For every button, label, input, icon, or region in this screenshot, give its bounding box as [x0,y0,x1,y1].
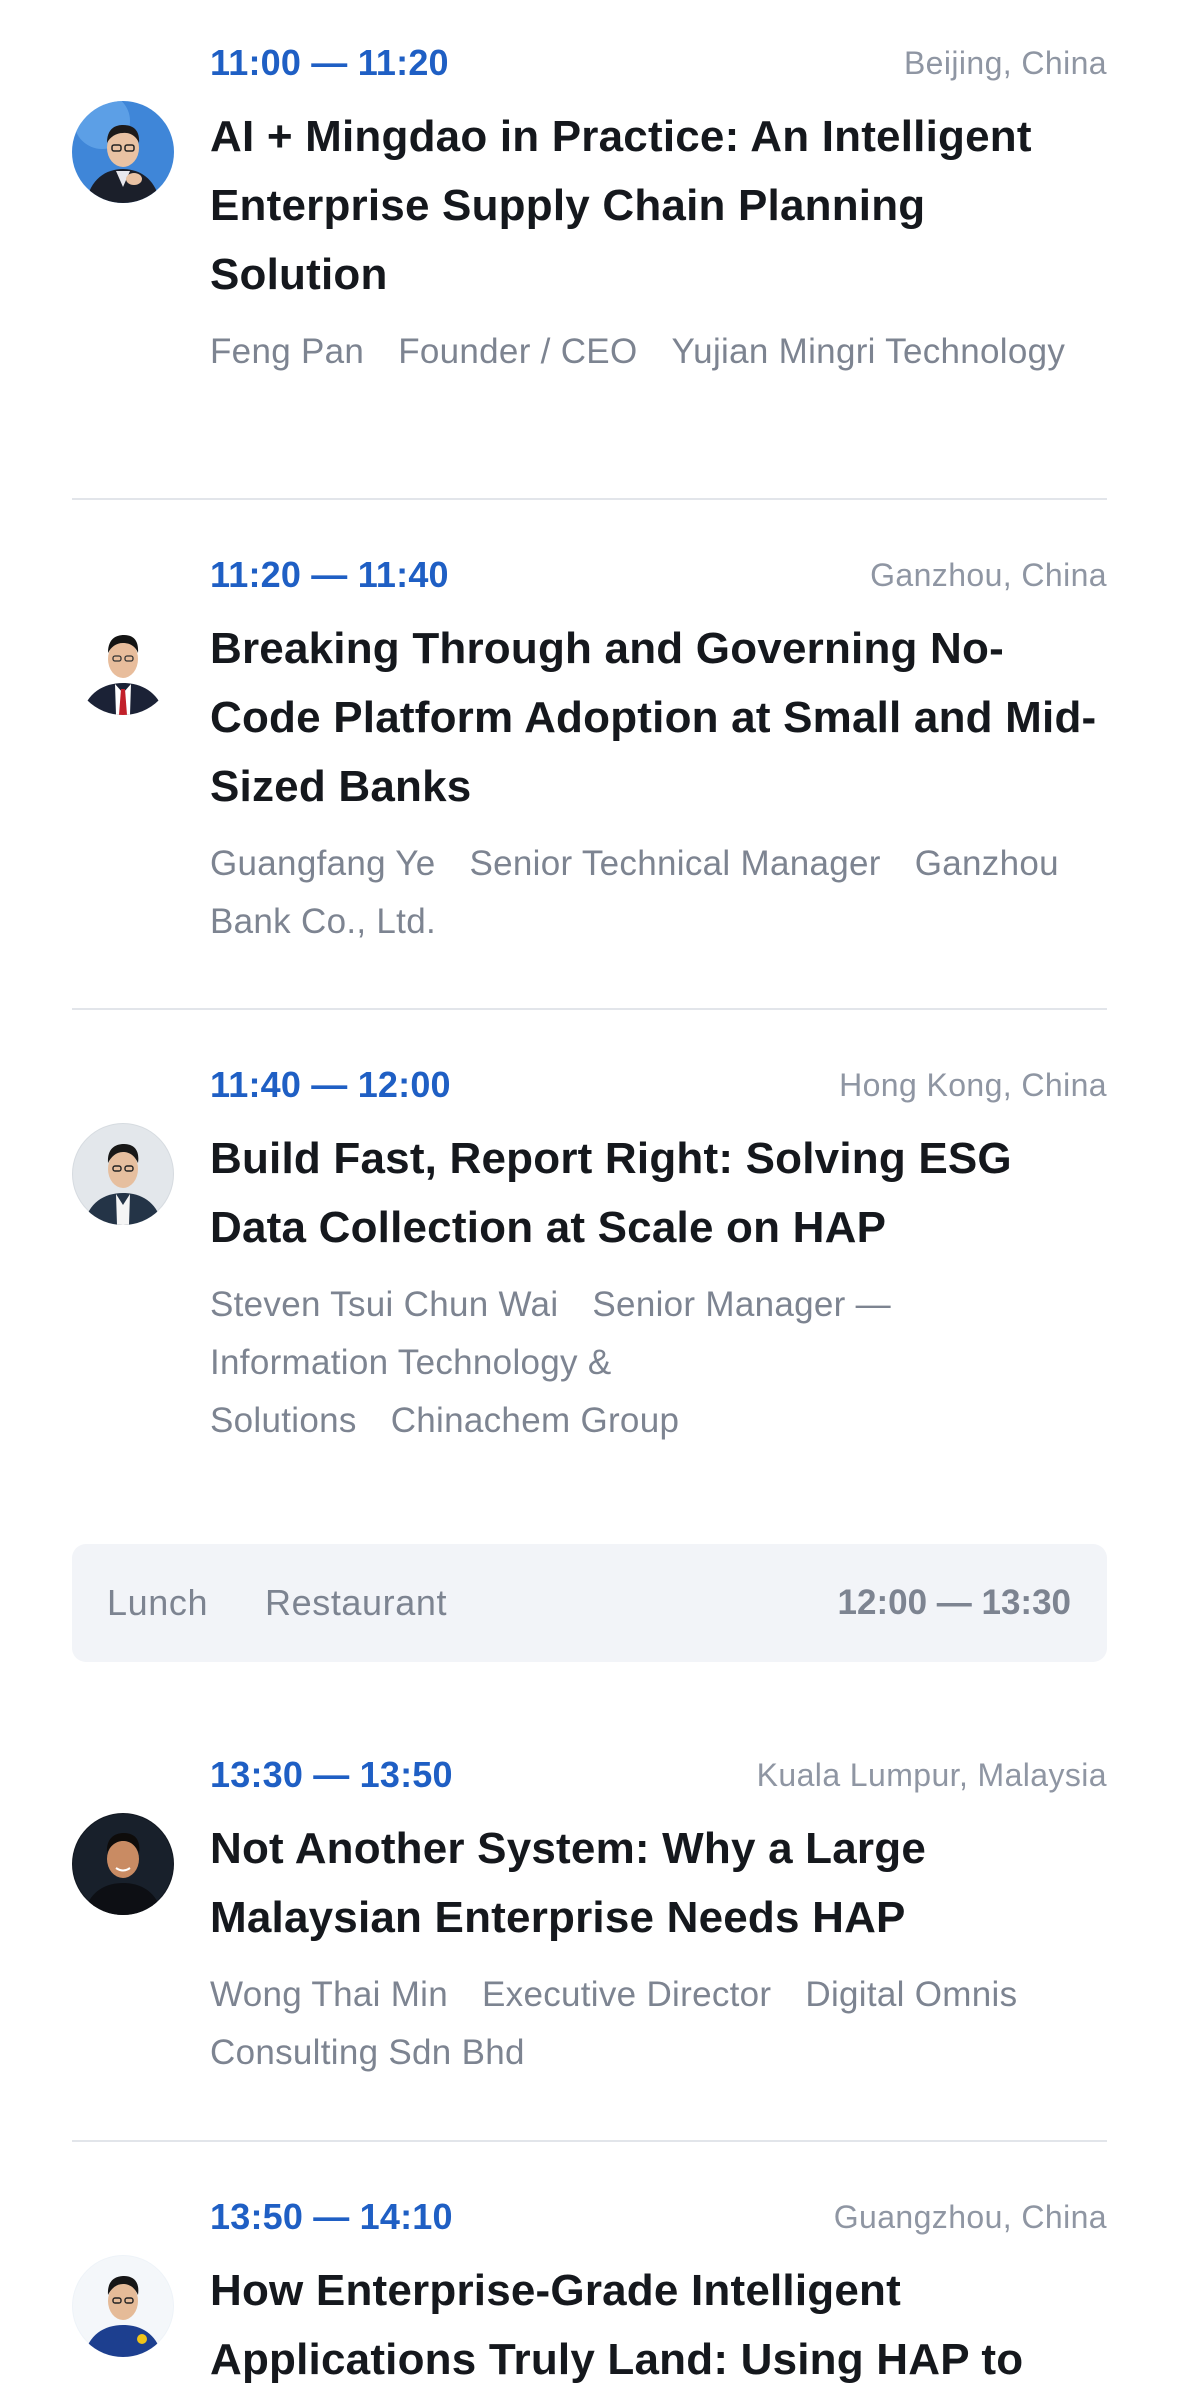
session-header: 13:50 — 14:10 Guangzhou, China [210,2190,1107,2244]
speaker-info: Guangfang Ye Senior Technical Manager Ganz… [210,835,1107,951]
speaker-avatar [72,2255,174,2357]
divider [72,2140,1107,2142]
session-card[interactable]: 11:00 — 11:20 Beijing, China AI + Mingda… [72,36,1107,456]
speaker-name: Steven Tsui Chun Wai [210,1285,559,1324]
session-time: 13:30 — 13:50 [210,1754,453,1795]
session-card[interactable]: 13:50 — 14:10 Guangzhou, China How Enter… [72,2190,1107,2388]
speaker-avatar [72,613,174,715]
lunch-break-card: Lunch Restaurant 12:00 — 13:30 [72,1544,1107,1662]
session-title[interactable]: Build Fast, Report Right: Solving ESG Da… [210,1124,1107,1262]
speaker-name: Feng Pan [210,332,365,371]
break-time: 12:00 — 13:30 [837,1583,1071,1622]
session-card[interactable]: 11:20 — 11:40 Ganzhou, China Breaking Th… [72,548,1107,968]
session-location: Guangzhou, China [833,2199,1107,2235]
session-location: Hong Kong, China [839,1067,1107,1103]
speaker-organization: Yujian Mingri Technology [671,332,1066,371]
avatar-steven-tsui-icon [72,1123,174,1225]
session-location: Beijing, China [903,45,1107,81]
speaker-info: Wong Thai Min Executive Director Digital O… [210,1966,1107,2082]
session-time: 11:40 — 12:00 [210,1064,451,1105]
speaker-name: Guangfang Ye [210,844,436,883]
session-title[interactable]: Not Another System: Why a Large Malaysia… [210,1814,1107,1952]
speaker-info: Steven Tsui Chun Wai Senior Manager — Inf… [210,1276,910,1450]
divider [72,498,1107,500]
session-card[interactable]: 13:30 — 13:50 Kuala Lumpur, Malaysia Not… [72,1748,1107,2128]
break-label: Lunch [107,1582,209,1623]
session-title[interactable]: AI + Mingdao in Practice: An Intelligent… [210,102,1107,309]
session-content: 11:00 — 11:20 Beijing, China AI + Mingda… [210,36,1107,381]
speaker-organization: Chinachem Group [390,1401,680,1440]
session-header: 11:40 — 12:00 Hong Kong, China [210,1058,1107,1112]
speaker-info: Feng Pan Founder / CEO Yujian Mingri Techn… [210,323,1107,381]
session-time: 11:20 — 11:40 [210,554,449,595]
session-header: 13:30 — 13:50 Kuala Lumpur, Malaysia [210,1748,1107,1802]
break-venue: Restaurant [265,1582,448,1623]
session-title[interactable]: Breaking Through and Governing No-Code P… [210,614,1107,821]
speaker-avatar [72,101,174,203]
session-header: 11:20 — 11:40 Ganzhou, China [210,548,1107,602]
session-card[interactable]: 11:40 — 12:00 Hong Kong, China Build Fas… [72,1058,1107,1498]
session-content: 13:30 — 13:50 Kuala Lumpur, Malaysia Not… [210,1748,1107,2082]
session-content: 11:40 — 12:00 Hong Kong, China Build Fas… [210,1058,1107,1450]
session-location: Kuala Lumpur, Malaysia [756,1757,1107,1793]
session-time: 11:00 — 11:20 [210,42,449,83]
agenda-page: 11:00 — 11:20 Beijing, China AI + Mingda… [0,0,1179,2388]
avatar-guangfang-ye-icon [72,613,174,715]
divider [72,1008,1107,1010]
speaker-role: Founder / CEO [398,332,638,371]
speaker-role: Executive Director [482,1975,772,2014]
avatar-wong-thai-min-icon [72,1813,174,1915]
session-header: 11:00 — 11:20 Beijing, China [210,36,1107,90]
session-title[interactable]: How Enterprise-Grade Intelligent Applica… [210,2256,1107,2388]
session-content: 11:20 — 11:40 Ganzhou, China Breaking Th… [210,548,1107,951]
session-content: 13:50 — 14:10 Guangzhou, China How Enter… [210,2190,1107,2388]
speaker-avatar [72,1813,174,1915]
speaker-avatar [72,1123,174,1225]
speaker-role: Senior Technical Manager [469,844,881,883]
avatar-feng-pan-icon [72,101,174,203]
session-time: 13:50 — 14:10 [210,2196,453,2237]
session-location: Ganzhou, China [870,557,1107,593]
avatar-speaker-5-icon [72,2255,174,2357]
speaker-name: Wong Thai Min [210,1975,448,2014]
